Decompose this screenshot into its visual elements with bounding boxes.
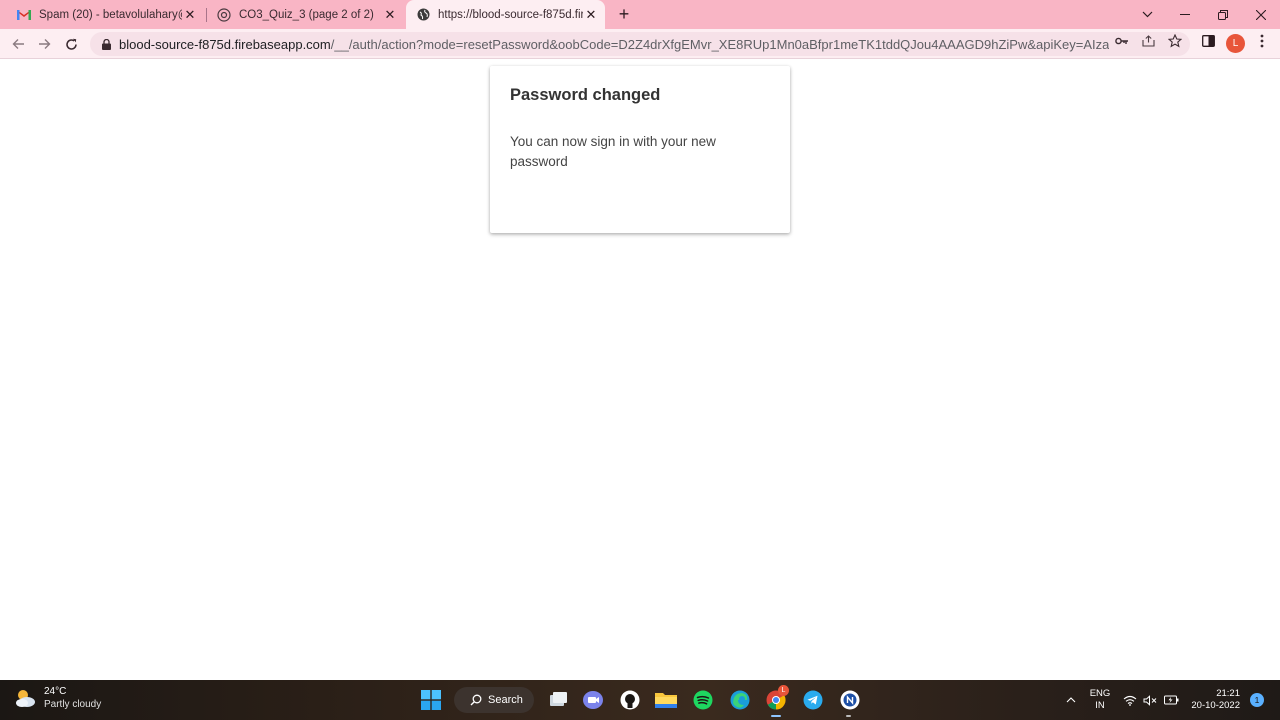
minimize-icon[interactable] [1166,0,1204,29]
app-running-indicator [846,715,851,717]
moodle-icon [216,7,232,23]
spotify-icon[interactable] [691,688,715,712]
language-line-2: IN [1095,700,1105,711]
tab-title: CO3_Quiz_3 (page 2 of 2) [239,8,374,21]
share-icon[interactable] [1140,33,1156,49]
new-tab-button[interactable]: + [614,4,634,24]
url-text[interactable]: blood-source-f875d.firebaseapp.com/__/au… [119,37,1109,52]
clock-date: 20-10-2022 [1191,700,1240,711]
gmail-icon [16,7,32,23]
password-key-icon[interactable] [1114,33,1130,49]
tab-strip: Spam (20) - betavolulahary@gm ✕ CO3_Quiz… [0,0,1280,29]
weather-condition: Partly cloudy [44,698,102,710]
close-tab-icon[interactable]: ✕ [583,7,599,23]
weather-temperature: 24°C [44,685,67,697]
app-n-icon[interactable] [838,688,862,712]
url-path: /__/auth/action?mode=resetPassword&oobCo… [330,36,1109,52]
close-tab-icon[interactable]: ✕ [382,7,398,23]
edge-icon[interactable] [728,688,752,712]
tab-quiz[interactable]: CO3_Quiz_3 (page 2 of 2) ✕ [210,0,404,29]
github-icon[interactable] [618,688,642,712]
system-clock[interactable]: 21:21 20-10-2022 [1188,688,1240,712]
chrome-active-indicator [771,715,781,717]
task-view-icon[interactable] [546,688,570,712]
notification-badge[interactable]: 1 [1250,693,1264,707]
battery-charging-icon[interactable] [1159,688,1183,712]
tab-search-icon[interactable] [1128,0,1166,29]
teams-chat-icon[interactable] [581,688,605,712]
show-hidden-icons-chevron-icon[interactable] [1059,688,1083,712]
windows-start-icon[interactable] [419,688,443,712]
side-panel-icon[interactable] [1200,33,1216,49]
tab-title: https://blood-source-f875d.fireb [438,8,583,21]
menu-dots-icon[interactable] [1254,33,1270,49]
tab-title: Spam (20) - betavolulahary@gm [39,8,182,21]
windows-taskbar: 24°C Partly cloudy Search L ENG IN 21:21… [0,680,1280,720]
close-tab-icon[interactable]: ✕ [182,7,198,23]
file-explorer-icon[interactable] [654,688,678,712]
search-label: Search [488,694,523,706]
forward-arrow-icon[interactable] [32,32,56,56]
language-indicator[interactable]: ENG IN [1088,688,1112,712]
globe-icon [415,7,431,23]
card-title: Password changed [510,86,661,104]
weather-widget[interactable]: 24°C Partly cloudy [12,685,101,711]
card-message: You can now sign in with your new passwo… [510,134,716,169]
partly-cloudy-icon [16,690,35,707]
chrome-profile-badge: L [778,685,789,696]
telegram-icon[interactable] [801,688,825,712]
back-arrow-icon[interactable] [6,32,30,56]
lock-icon[interactable] [99,37,113,51]
search-icon [470,694,482,706]
profile-avatar[interactable]: L [1226,34,1245,53]
reload-icon[interactable] [59,32,83,56]
language-line-1: ENG [1089,688,1111,699]
clock-time: 21:21 [1216,688,1240,699]
tab-firebase[interactable]: https://blood-source-f875d.fireb ✕ [406,0,605,29]
taskbar-search[interactable]: Search [454,687,534,713]
tab-gmail[interactable]: Spam (20) - betavolulahary@gm ✕ [10,0,204,29]
bookmark-star-icon[interactable] [1167,33,1183,49]
close-window-icon[interactable] [1242,0,1280,29]
address-bar[interactable]: blood-source-f875d.firebaseapp.com/__/au… [90,32,1190,56]
browser-toolbar: blood-source-f875d.firebaseapp.com/__/au… [0,29,1280,59]
restore-icon[interactable] [1204,0,1242,29]
url-host: blood-source-f875d.firebaseapp.com [119,36,331,52]
password-changed-card: Password changed You can now sign in wit… [490,66,790,233]
tab-separator [206,8,207,22]
